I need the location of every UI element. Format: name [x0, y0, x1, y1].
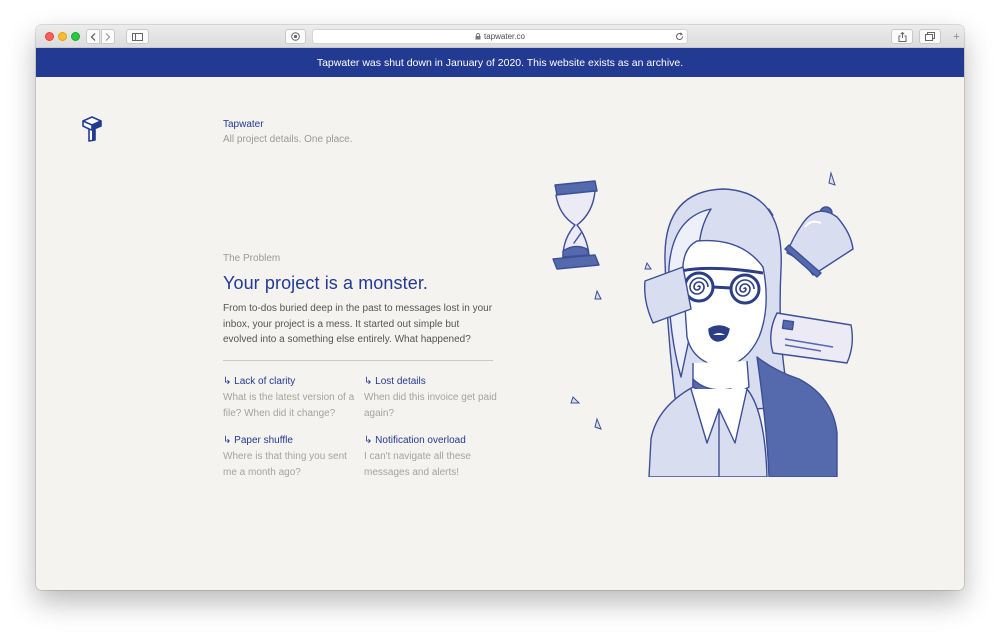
lock-icon — [475, 33, 481, 40]
feature-description: What is the latest version of a file? Wh… — [223, 392, 355, 419]
maximize-window-button[interactable] — [71, 32, 80, 41]
browser-toolbar: tapwater.co + — [36, 25, 964, 48]
feature-description: Where is that thing you sent me a month … — [223, 451, 347, 478]
brand-name[interactable]: Tapwater — [223, 119, 264, 130]
feature-title: ↳ Lost details — [364, 376, 426, 387]
share-icon — [898, 31, 906, 42]
address-bar[interactable]: tapwater.co — [312, 29, 688, 44]
sidebar-toggle-button[interactable] — [126, 29, 149, 44]
feature-description: When did this invoice get paid again? — [364, 392, 497, 419]
section-description: From to-dos buried deep in the past to m… — [223, 303, 493, 345]
archive-banner-text: Tapwater was shut down in January of 202… — [316, 56, 684, 69]
section-divider — [223, 360, 493, 361]
brand-tagline: All project details. One place. — [223, 134, 353, 145]
feature-lack-of-clarity: ↳ Lack of clarity What is the latest ver… — [223, 375, 358, 421]
feature-paper-shuffle: ↳ Paper shuffle Where is that thing you … — [223, 434, 358, 480]
sidebar-icon — [132, 32, 143, 41]
hourglass-icon — [552, 180, 600, 270]
bell-icon — [784, 206, 854, 278]
section-eyebrow: The Problem — [223, 253, 281, 264]
close-window-button[interactable] — [45, 32, 54, 41]
new-tab-button[interactable]: + — [949, 31, 964, 48]
feature-lost-details: ↳ Lost details When did this invoice get… — [364, 375, 499, 421]
overwhelmed-person-illustration — [552, 171, 854, 477]
tab-overview-button[interactable] — [919, 29, 941, 44]
feature-notification-overload: ↳ Notification overload I can't navigate… — [364, 434, 499, 480]
tapwater-logo[interactable] — [81, 116, 103, 147]
minimize-window-button[interactable] — [58, 32, 67, 41]
shield-icon — [291, 32, 300, 41]
archive-banner: Tapwater was shut down in January of 202… — [36, 48, 964, 77]
share-button[interactable] — [891, 29, 913, 44]
browser-window: tapwater.co + Tapwater was shut down in … — [36, 25, 964, 590]
feature-description: I can't navigate all these messages and … — [364, 451, 471, 478]
url-text: tapwater.co — [484, 32, 525, 41]
back-button[interactable] — [86, 29, 100, 44]
reload-icon[interactable] — [675, 32, 684, 41]
chevron-left-icon — [90, 32, 96, 41]
feature-title: ↳ Paper shuffle — [223, 435, 293, 446]
tabs-icon — [925, 32, 935, 41]
feature-title: ↳ Lack of clarity — [223, 376, 296, 387]
privacy-report-button[interactable] — [285, 29, 306, 44]
chevron-right-icon — [105, 32, 111, 41]
tapwater-logo-icon — [82, 116, 102, 142]
page-content: Tapwater All project details. One place.… — [36, 77, 964, 590]
feature-title: ↳ Notification overload — [364, 435, 466, 446]
forward-button[interactable] — [101, 29, 115, 44]
section-headline: Your project is a monster. — [223, 273, 429, 293]
